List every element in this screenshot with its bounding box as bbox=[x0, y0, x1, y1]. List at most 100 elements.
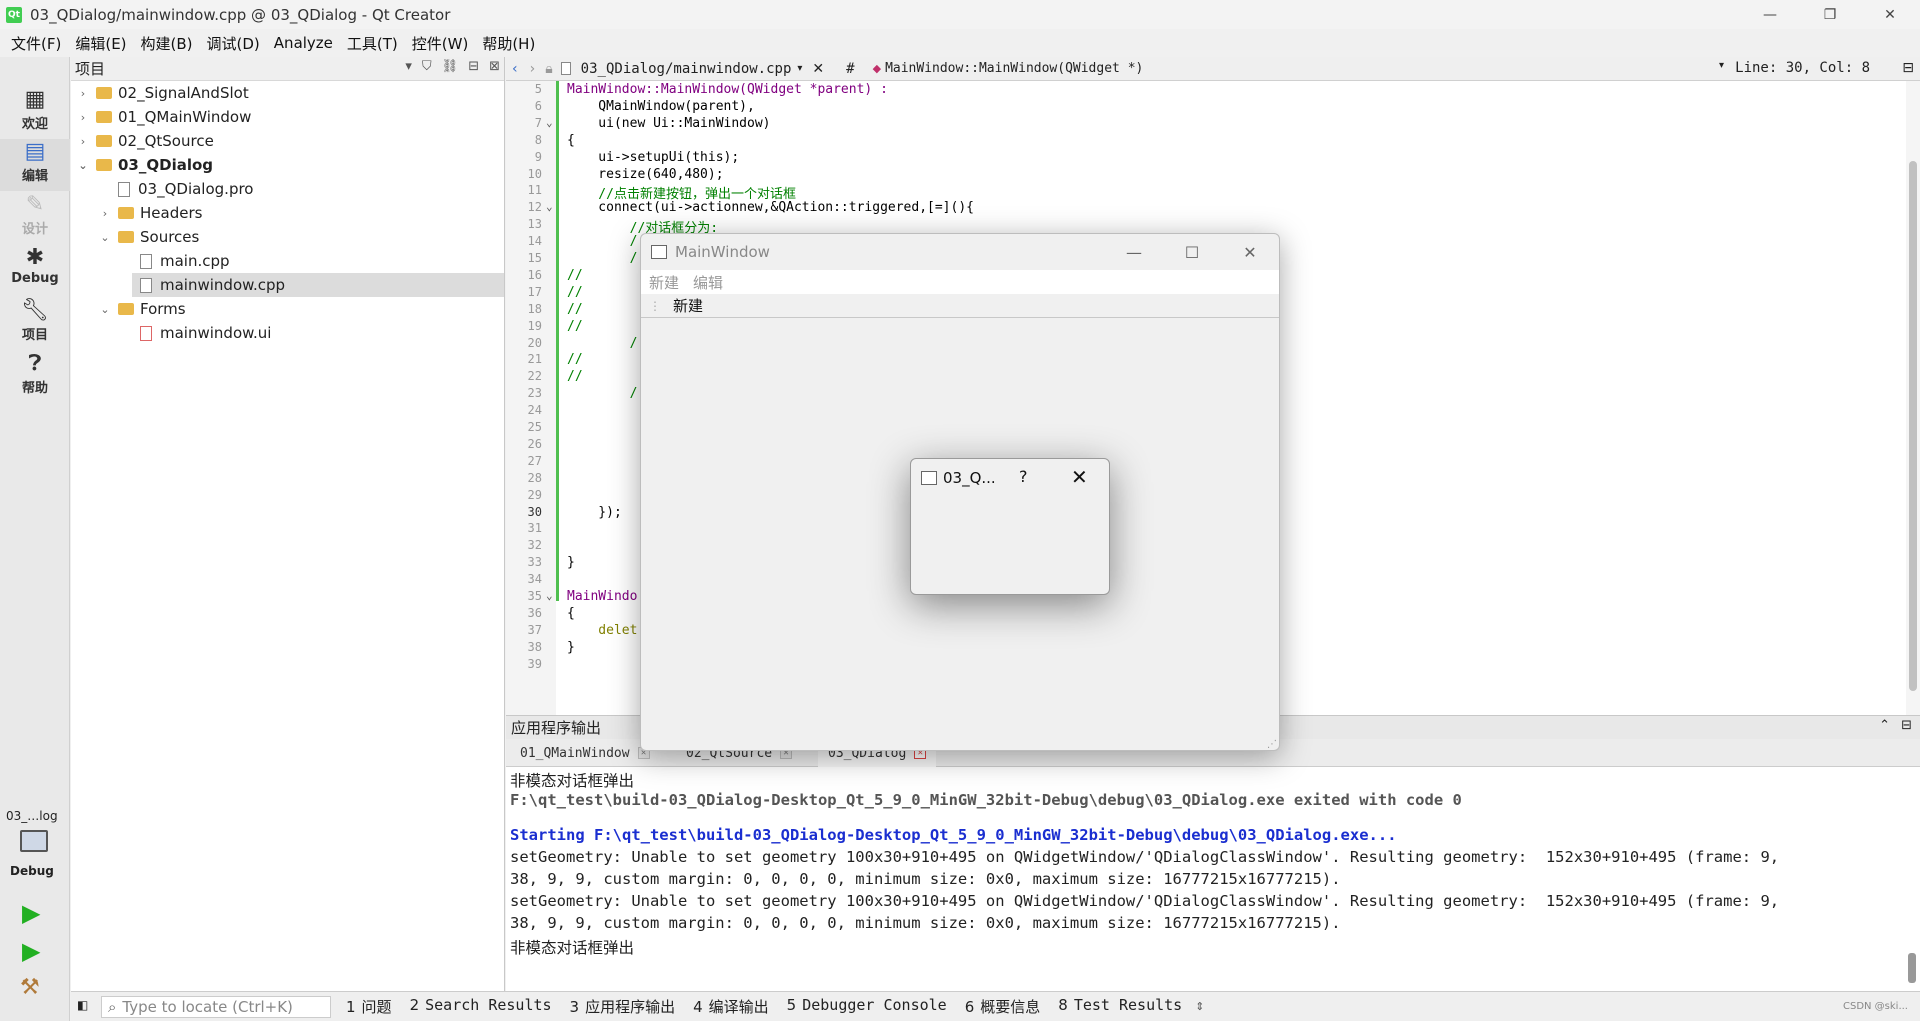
status-pane-button[interactable]: 6 概要信息 bbox=[956, 996, 1050, 1017]
mw-close-button[interactable]: ✕ bbox=[1221, 234, 1279, 270]
dialog-close-button[interactable]: ✕ bbox=[1071, 465, 1088, 489]
dropdown-icon[interactable]: ▾ bbox=[405, 59, 412, 74]
code-line: // bbox=[567, 318, 583, 334]
line-number: 22 bbox=[527, 369, 542, 384]
line-number: 32 bbox=[527, 538, 542, 553]
menu-widgets[interactable]: 控件(W) bbox=[405, 33, 476, 54]
fold-chevron-icon[interactable]: ⌄ bbox=[546, 200, 553, 213]
mw-menu-edit[interactable]: 编辑 bbox=[693, 272, 723, 293]
editor-toolbar: ‹ › 🔒︎ 03_QDialog/mainwindow.cpp ▾ ✕ # ◆… bbox=[506, 57, 1920, 81]
mode-projects[interactable]: 🔧︎ 项目 bbox=[0, 298, 70, 350]
scrollbar-thumb[interactable] bbox=[1909, 161, 1917, 691]
close-pane-icon[interactable]: ⊟ bbox=[1901, 718, 1912, 733]
close-button[interactable]: ✕ bbox=[1860, 0, 1920, 29]
tree-item-forms[interactable]: ⌄ Forms bbox=[98, 297, 185, 321]
link-icon[interactable]: ⛓ bbox=[442, 59, 459, 74]
menu-analyze[interactable]: Analyze bbox=[267, 34, 340, 52]
status-pane-button[interactable]: 4 编译输出 bbox=[684, 996, 778, 1017]
split-icon[interactable]: ⊟ bbox=[1902, 60, 1914, 76]
filter-icon[interactable]: ⛉ bbox=[422, 59, 432, 74]
resize-grip-icon[interactable]: ⋰ bbox=[1267, 739, 1277, 750]
mw-menu-new[interactable]: 新建 bbox=[649, 272, 679, 293]
editor-scrollbar[interactable] bbox=[1906, 81, 1920, 715]
mw-minimize-button[interactable]: — bbox=[1105, 234, 1163, 270]
line-number: 20 bbox=[527, 335, 542, 350]
toolbar-grip-icon[interactable]: ⋮ bbox=[649, 299, 661, 313]
mode-welcome[interactable]: ▦ 欢迎 bbox=[0, 87, 70, 139]
toggle-sidebar-icon[interactable]: ◧ bbox=[77, 998, 88, 1012]
mode-debug[interactable]: ✱ Debug bbox=[0, 245, 70, 297]
forward-icon[interactable]: › bbox=[524, 61, 542, 77]
line-number: 23 bbox=[527, 386, 542, 401]
mode-design[interactable]: ✎ 设计 bbox=[0, 192, 70, 244]
fold-chevron-icon[interactable]: ⌄ bbox=[546, 589, 553, 602]
tree-item-02-signalandslot[interactable]: › 02_SignalAndSlot bbox=[76, 81, 249, 105]
qdialog-window[interactable]: 03_Q... ? ✕ bbox=[910, 458, 1110, 595]
tree-item-mainwindow-ui[interactable]: mainwindow.ui bbox=[132, 321, 271, 345]
chevron-down-icon[interactable]: ⌄ bbox=[76, 159, 90, 172]
output-tab-01-qmainwindow[interactable]: 01_QMainWindow ✕ bbox=[510, 739, 660, 767]
menu-help[interactable]: 帮助(H) bbox=[475, 33, 542, 54]
close-document-icon[interactable]: ✕ bbox=[812, 61, 824, 77]
open-file-name[interactable]: 03_QDialog/mainwindow.cpp bbox=[581, 61, 792, 77]
run-icon[interactable]: ▶ bbox=[22, 899, 40, 927]
build-hammer-icon[interactable]: ⚒ bbox=[20, 975, 40, 1000]
tree-item-main-cpp[interactable]: main.cpp bbox=[132, 249, 230, 273]
restore-button[interactable]: ❐ bbox=[1800, 0, 1860, 29]
pen-icon: ✎ bbox=[25, 192, 45, 217]
tree-item-sources[interactable]: ⌄ Sources bbox=[98, 225, 199, 249]
chevron-right-icon[interactable]: › bbox=[98, 207, 112, 220]
close-pane-icon[interactable]: ⊠ bbox=[489, 59, 500, 74]
tree-item-01-qmainwindow[interactable]: › 01_QMainWindow bbox=[76, 105, 252, 129]
tree-item-03-qdialog[interactable]: ⌄ 03_QDialog bbox=[76, 153, 213, 177]
toolbar-new-action[interactable]: 新建 bbox=[673, 295, 703, 316]
chevron-right-icon[interactable]: › bbox=[76, 111, 90, 124]
tree-item-02-qtsource[interactable]: › 02_QtSource bbox=[76, 129, 214, 153]
tree-item-mainwindow-cpp[interactable]: mainwindow.cpp bbox=[132, 273, 504, 297]
chevron-right-icon[interactable]: › bbox=[76, 87, 90, 100]
minimize-button[interactable]: — bbox=[1740, 0, 1800, 29]
help-icon: ❓︎ bbox=[28, 351, 42, 376]
menu-tools[interactable]: 工具(T) bbox=[340, 33, 405, 54]
split-icon[interactable]: ⊟ bbox=[468, 59, 479, 74]
maximize-pane-icon[interactable]: ⌃ bbox=[1879, 718, 1890, 733]
fold-chevron-icon[interactable]: ⌄ bbox=[546, 116, 553, 129]
cursor-position[interactable]: Line: 30, Col: 8 bbox=[1735, 60, 1870, 76]
chevron-right-icon[interactable]: › bbox=[76, 135, 90, 148]
locate-input[interactable]: ⌕ Type to locate (Ctrl+K) bbox=[101, 995, 331, 1018]
status-pane-button[interactable]: 8 Test Results bbox=[1049, 996, 1191, 1017]
menu-build[interactable]: 构建(B) bbox=[134, 33, 200, 54]
mode-edit[interactable]: ▤ 编辑 bbox=[0, 139, 70, 191]
line-number: 5 bbox=[534, 82, 542, 96]
project-pane: 项目 ▾ ⛉ ⛓ ⊟ ⊠ › 02_SignalAndSlot › 01_QMain… bbox=[71, 57, 505, 991]
menu-file[interactable]: 文件(F) bbox=[4, 33, 68, 54]
chevron-down-icon[interactable]: ▾ bbox=[1719, 60, 1724, 71]
status-pane-button[interactable]: 5 Debugger Console bbox=[778, 996, 956, 1017]
line-number: 36 bbox=[527, 605, 542, 620]
output-scrollbar-thumb[interactable] bbox=[1908, 953, 1916, 983]
chevron-down-icon[interactable]: ⌄ bbox=[98, 231, 112, 244]
folder-icon bbox=[118, 207, 134, 219]
run-target-project[interactable]: 03_…log bbox=[6, 809, 58, 823]
chevron-down-icon[interactable]: ▾ bbox=[797, 63, 802, 74]
dialog-titlebar[interactable]: 03_Q... ? ✕ bbox=[911, 459, 1109, 497]
dialog-help-button[interactable]: ? bbox=[1019, 467, 1028, 486]
back-icon[interactable]: ‹ bbox=[506, 61, 524, 77]
menu-debug[interactable]: 调试(D) bbox=[200, 33, 267, 54]
monitor-icon[interactable] bbox=[20, 830, 48, 852]
output-line: 38, 9, 9, custom margin: 0, 0, 0, 0, min… bbox=[510, 870, 1341, 888]
mw-maximize-button[interactable]: ☐ bbox=[1163, 234, 1221, 270]
updown-arrows-icon[interactable]: ⇕ bbox=[1195, 1000, 1204, 1013]
status-pane-button[interactable]: 1 问题 bbox=[337, 996, 401, 1017]
symbol-selector[interactable]: MainWindow::MainWindow(QWidget *) bbox=[885, 61, 1143, 76]
mainwindow-titlebar[interactable]: MainWindow — ☐ ✕ bbox=[641, 234, 1279, 270]
chevron-down-icon[interactable]: ⌄ bbox=[98, 303, 112, 316]
status-pane-button[interactable]: 3 应用程序输出 bbox=[561, 996, 685, 1017]
mode-help[interactable]: ❓︎ 帮助 bbox=[0, 351, 70, 403]
debug-run-icon[interactable]: ▶ bbox=[22, 937, 40, 965]
menu-edit[interactable]: 编辑(E) bbox=[68, 33, 133, 54]
tree-item-pro-file[interactable]: 03_QDialog.pro bbox=[110, 177, 253, 201]
status-pane-button[interactable]: 2 Search Results bbox=[401, 996, 561, 1017]
application-output-text[interactable]: 非模态对话框弹出 F:\qt_test\build-03_QDialog-Desk… bbox=[506, 767, 1920, 991]
tree-item-headers[interactable]: › Headers bbox=[98, 201, 203, 225]
